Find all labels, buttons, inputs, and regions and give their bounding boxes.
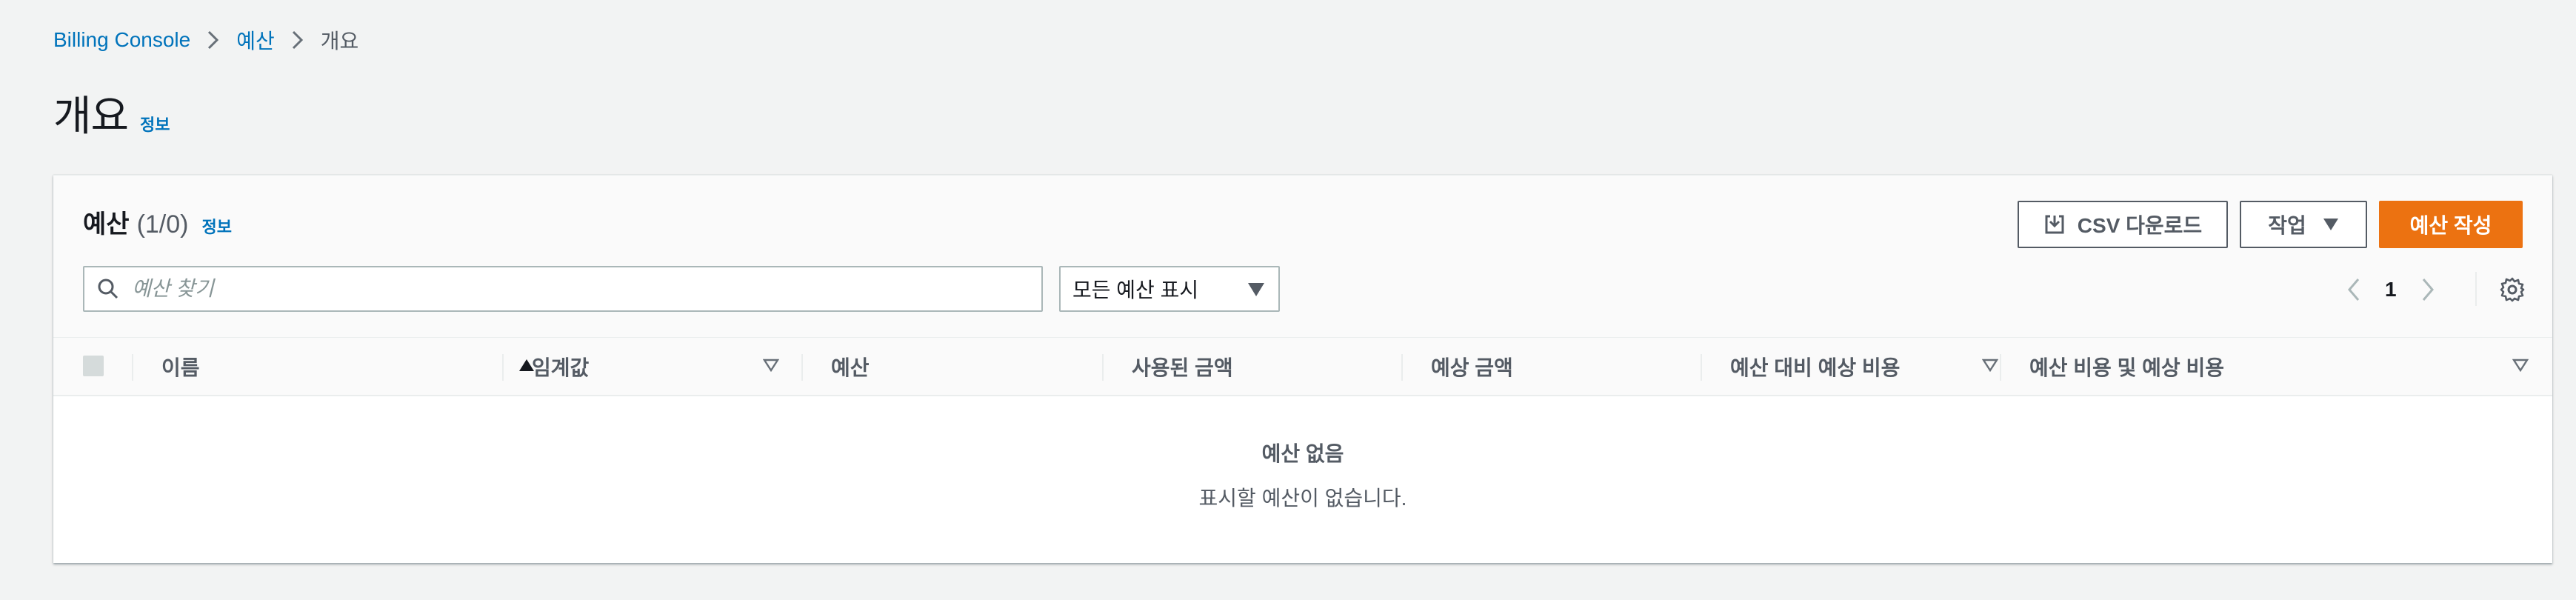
csv-download-label: CSV 다운로드 xyxy=(2077,214,2203,237)
filter-select-value: 모든 예산 표시 xyxy=(1072,279,1199,301)
column-header-budget: 예산 xyxy=(831,338,1098,396)
budgets-table-panel: 예산 (1/0) 정보 CSV 다운로드 작업 예산 작성 예산 찾기 모든 예… xyxy=(53,175,2552,563)
download-icon xyxy=(2045,215,2064,234)
chevron-left-icon[interactable] xyxy=(2339,269,2369,310)
csv-download-button[interactable]: CSV 다운로드 xyxy=(2018,201,2228,248)
column-divider xyxy=(1401,354,1403,381)
column-header-forecast-vs-budget[interactable]: 예산 대비 예상 비용 xyxy=(1730,338,2004,396)
budgets-title: 예산 xyxy=(83,210,130,239)
breadcrumb-billing-console[interactable]: Billing Console xyxy=(53,28,190,52)
chevron-right-icon xyxy=(207,30,220,50)
column-divider xyxy=(132,354,133,381)
breadcrumb-overview: 개요 xyxy=(320,30,359,53)
sort-icon xyxy=(2512,359,2529,372)
search-input[interactable] xyxy=(132,277,1021,301)
column-header-amount-used: 사용된 금액 xyxy=(1132,338,1398,396)
column-label: 예산 대비 예상 비용 xyxy=(1730,356,1901,379)
chevron-right-icon xyxy=(291,30,304,50)
table-header: 이름 임계값 예산 사용된 금액 예상 금액 예산 대비 예상 비용 예산 비용… xyxy=(53,337,2552,396)
budget-filter-select[interactable]: 모든 예산 표시 xyxy=(1059,266,1280,312)
empty-state: 예산 없음 표시할 예산이 없습니다. xyxy=(53,396,2552,564)
actions-label: 작업 xyxy=(2268,214,2306,237)
breadcrumb: Billing Console 예산 개요 xyxy=(53,25,358,55)
panel-header: 예산 (1/0) 정보 CSV 다운로드 작업 예산 작성 예산 찾기 모든 예… xyxy=(53,176,2552,337)
column-header-name[interactable]: 이름 xyxy=(161,338,534,396)
column-header-forecasted-amount: 예상 금액 xyxy=(1431,338,1698,396)
page-info-link[interactable]: 정보 xyxy=(140,112,170,136)
sort-icon xyxy=(763,359,779,372)
actions-dropdown-button[interactable]: 작업 xyxy=(2240,201,2367,248)
column-label: 예산 xyxy=(831,356,870,379)
column-header-cost-and-forecast[interactable]: 예산 비용 및 예상 비용 xyxy=(2029,338,2533,396)
create-budget-label: 예산 작성 xyxy=(2409,214,2492,237)
breadcrumb-budgets[interactable]: 예산 xyxy=(236,25,275,55)
budgets-count: (1/0) xyxy=(136,210,189,239)
chevron-right-icon[interactable] xyxy=(2413,269,2443,310)
column-divider xyxy=(1102,354,1104,381)
budgets-info-link[interactable]: 정보 xyxy=(201,214,231,238)
column-label: 이름 xyxy=(161,356,200,379)
column-label: 임계값 xyxy=(532,356,590,379)
search-icon xyxy=(84,278,132,300)
column-divider xyxy=(801,354,803,381)
column-divider xyxy=(502,354,504,381)
panel-title: 예산 (1/0) 정보 xyxy=(83,204,232,240)
page-header: 개요 정보 xyxy=(53,83,170,143)
empty-state-title: 예산 없음 xyxy=(1261,442,1344,465)
column-label: 예상 금액 xyxy=(1431,356,1513,379)
page-number[interactable]: 1 xyxy=(2385,278,2397,301)
column-label: 예산 비용 및 예상 비용 xyxy=(2029,356,2224,379)
page-title: 개요 xyxy=(53,93,129,139)
budget-search-field[interactable] xyxy=(83,266,1043,312)
column-label: 사용된 금액 xyxy=(1132,356,1233,379)
pager-divider xyxy=(2475,272,2477,306)
column-divider xyxy=(1701,354,1702,381)
sort-icon xyxy=(1982,359,1998,372)
caret-down-icon xyxy=(2323,219,2338,230)
column-header-threshold[interactable]: 임계값 xyxy=(532,338,784,396)
pagination: 1 xyxy=(2339,269,2443,310)
select-all-checkbox[interactable] xyxy=(83,356,104,376)
caret-down-icon xyxy=(1248,283,1264,296)
gear-icon[interactable] xyxy=(2495,272,2530,307)
empty-state-description: 표시할 예산이 없습니다. xyxy=(1198,487,1407,510)
column-divider xyxy=(2000,354,2001,381)
create-budget-button[interactable]: 예산 작성 xyxy=(2379,201,2523,248)
